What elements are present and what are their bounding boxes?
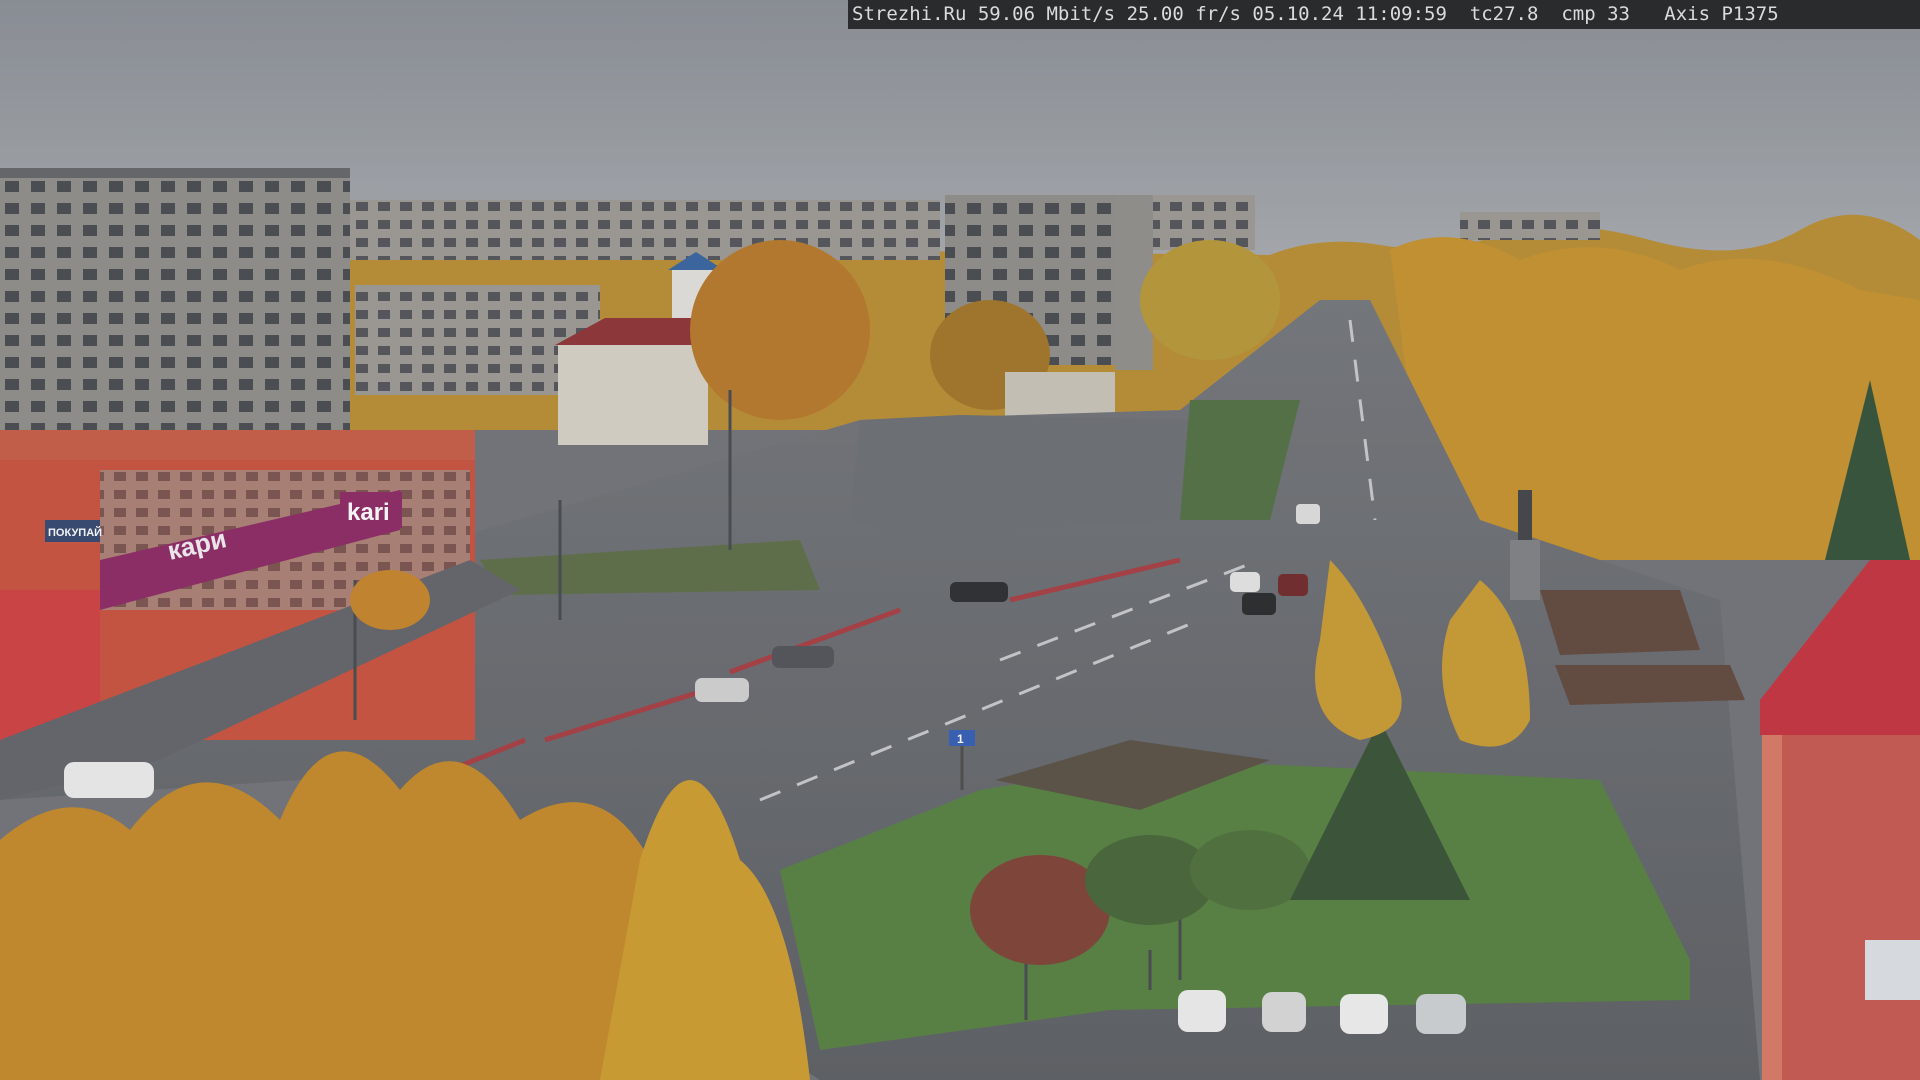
city-square-scene: кари kari ПОКУПАЙ 1 (0, 0, 1920, 1080)
overlay-framerate: 25.00 fr/s (1126, 3, 1241, 25)
overlay-camera-model: Axis P1375 (1664, 3, 1779, 25)
overlay-bitrate: 59.06 Mbit/s (977, 3, 1116, 25)
camera-info-overlay: Strezhi.Ru 59.06 Mbit/s 25.00 fr/s 05.10… (848, 0, 1920, 29)
overlay-site: Strezhi.Ru (852, 3, 967, 25)
overlay-date: 05.10.24 (1252, 3, 1344, 25)
overlay-time: 11:09:59 (1355, 3, 1447, 25)
overlay-cmp: cmp 33 (1561, 3, 1630, 25)
haze (0, 0, 1920, 1080)
overlay-tc: tc27.8 (1469, 3, 1539, 25)
